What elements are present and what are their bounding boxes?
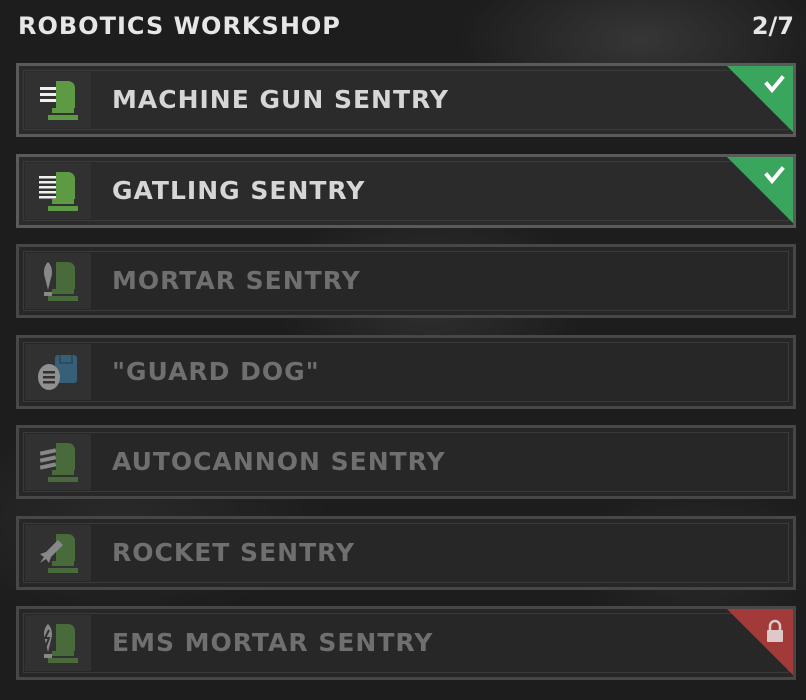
- ems-mortar-sentry-icon: [25, 615, 91, 671]
- item-label: ROCKET SENTRY: [112, 537, 356, 567]
- workshop-header: ROBOTICS WORKSHOP 2/7: [18, 8, 794, 44]
- list-item-autocannon-sentry[interactable]: AUTOCANNON SENTRY: [16, 425, 796, 499]
- item-label: MORTAR SENTRY: [112, 266, 361, 295]
- gatling-sentry-icon: [25, 162, 91, 219]
- mortar-sentry-icon: [25, 253, 91, 309]
- list-item-mortar-sentry[interactable]: MORTAR SENTRY: [16, 244, 796, 318]
- locked-badge: [727, 609, 793, 675]
- list-item-machine-gun-sentry[interactable]: MACHINE GUN SENTRY: [16, 63, 796, 137]
- unlocked-check-badge: [727, 156, 793, 223]
- item-label: GATLING SENTRY: [112, 175, 366, 205]
- autocannon-sentry-icon: [25, 434, 91, 490]
- machine-gun-sentry-icon: [25, 72, 91, 128]
- unlock-progress-count: 2/7: [751, 12, 794, 40]
- stratagem-list: MACHINE GUN SENTRY GATLING SENTRY MORTAR…: [16, 63, 796, 697]
- item-label: MACHINE GUN SENTRY: [112, 85, 449, 114]
- list-item-ems-mortar-sentry[interactable]: EMS MORTAR SENTRY: [16, 606, 796, 680]
- item-label: EMS MORTAR SENTRY: [112, 628, 434, 657]
- list-item-gatling-sentry[interactable]: GATLING SENTRY: [16, 153, 796, 228]
- rocket-sentry-icon: [25, 524, 91, 581]
- unlocked-check-badge: [727, 66, 793, 132]
- list-item-guard-dog[interactable]: "GUARD DOG": [16, 334, 796, 409]
- page-title: ROBOTICS WORKSHOP: [18, 12, 341, 40]
- list-item-rocket-sentry[interactable]: ROCKET SENTRY: [16, 515, 796, 590]
- guard-dog-icon: [25, 343, 91, 400]
- item-label: "GUARD DOG": [112, 356, 320, 386]
- item-label: AUTOCANNON SENTRY: [112, 447, 446, 476]
